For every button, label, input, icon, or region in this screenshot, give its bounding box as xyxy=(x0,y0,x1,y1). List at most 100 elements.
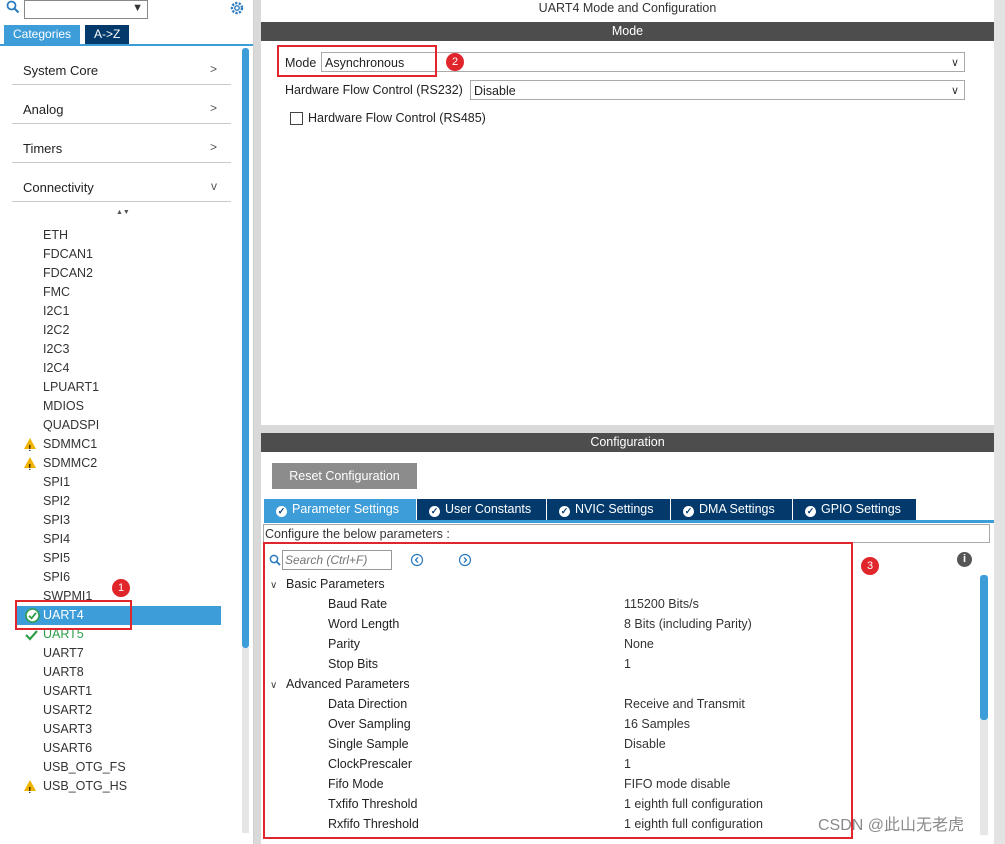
list-item-label: SDMMC2 xyxy=(43,456,98,470)
chevron-down-icon: ∨ xyxy=(950,57,959,69)
tab-label: NVIC Settings xyxy=(575,502,654,516)
list-item-i2c3[interactable]: I2C3 xyxy=(43,340,69,359)
parameter-scrollbar-thumb[interactable] xyxy=(980,575,988,720)
list-item-usb_otg_hs[interactable]: USB_OTG_HS xyxy=(24,777,128,800)
tab-user-constants[interactable]: ✓ User Constants xyxy=(417,499,546,520)
check-icon: ✓ xyxy=(429,506,440,517)
list-item-label: QUADSPI xyxy=(43,418,100,432)
list-item-mdios[interactable]: MDIOS xyxy=(43,397,84,416)
list-item-label: USART2 xyxy=(43,703,93,717)
list-item-lpuart1[interactable]: LPUART1 xyxy=(43,378,99,397)
chevron-down-icon: v xyxy=(211,179,217,193)
category-label: Timers xyxy=(23,141,63,156)
configuration-header: Configuration xyxy=(261,433,994,452)
warning-icon xyxy=(24,438,36,458)
list-item-label: I2C4 xyxy=(43,361,70,375)
hfc-rs232-label: Hardware Flow Control (RS232) xyxy=(285,83,463,97)
list-item-label: UART7 xyxy=(43,646,84,660)
chevron-right-icon: > xyxy=(209,62,217,76)
category-connectivity[interactable]: Connectivity v xyxy=(12,163,231,202)
list-item-fmc[interactable]: FMC xyxy=(43,283,70,302)
list-item-uart7[interactable]: UART7 xyxy=(43,644,84,663)
list-item-label: SDMMC1 xyxy=(43,437,98,451)
list-item-label: I2C2 xyxy=(43,323,70,337)
section-splitter[interactable] xyxy=(261,425,994,433)
right-edge xyxy=(994,0,1005,844)
list-item-label: UART8 xyxy=(43,665,84,679)
list-item-spi4[interactable]: SPI4 xyxy=(43,530,70,549)
tab-label: DMA Settings xyxy=(699,502,775,516)
tab-label: User Constants xyxy=(445,502,532,516)
highlight-box-mode xyxy=(277,45,437,77)
left-panel: ▼ Categories A->Z System Core > Analog >… xyxy=(0,0,254,844)
sort-icon[interactable]: ▲▼ xyxy=(116,209,130,216)
list-item-fdcan2[interactable]: FDCAN2 xyxy=(43,264,93,283)
list-item-uart8[interactable]: UART8 xyxy=(43,663,84,682)
list-item-usart1[interactable]: USART1 xyxy=(43,682,92,701)
list-item-label: MDIOS xyxy=(43,399,84,413)
list-item-sdmmc2[interactable]: SDMMC2 xyxy=(24,454,98,477)
tab-label: GPIO Settings xyxy=(821,502,901,516)
gear-icon[interactable] xyxy=(229,0,245,19)
tab-categories[interactable]: Categories xyxy=(4,25,81,44)
list-item-spi1[interactable]: SPI1 xyxy=(43,473,70,492)
tab-parameter-settings[interactable]: ✓ Parameter Settings xyxy=(264,499,416,520)
tab-dma-settings[interactable]: ✓ DMA Settings xyxy=(671,499,792,520)
list-item-i2c4[interactable]: I2C4 xyxy=(43,359,69,378)
hfc-rs485-checkbox[interactable] xyxy=(290,112,303,125)
list-item-label: USART1 xyxy=(43,684,93,698)
tab-nvic-settings[interactable]: ✓ NVIC Settings xyxy=(547,499,670,520)
category-timers[interactable]: Timers > xyxy=(12,124,231,163)
hfc-rs485-label: Hardware Flow Control (RS485) xyxy=(308,111,486,125)
annotation-badge-1: 1 xyxy=(112,579,130,597)
list-item-usart6[interactable]: USART6 xyxy=(43,739,92,758)
list-item-usb_otg_fs[interactable]: USB_OTG_FS xyxy=(43,758,126,777)
list-item-spi3[interactable]: SPI3 xyxy=(43,511,70,530)
list-item-label: SPI2 xyxy=(43,494,71,508)
tab-label: Parameter Settings xyxy=(292,502,399,516)
hfc-rs232-value: Disable xyxy=(474,84,516,98)
category-analog[interactable]: Analog > xyxy=(12,85,231,124)
check-icon xyxy=(25,629,38,644)
check-icon: ✓ xyxy=(805,506,816,517)
mode-header: Mode xyxy=(261,22,994,41)
list-item-eth[interactable]: ETH xyxy=(43,226,68,245)
list-item-i2c1[interactable]: I2C1 xyxy=(43,302,69,321)
list-item-label: USART3 xyxy=(43,722,93,736)
check-icon: ✓ xyxy=(559,506,570,517)
category-label: Analog xyxy=(23,102,64,117)
search-input[interactable]: ▼ xyxy=(24,0,148,19)
check-icon: ✓ xyxy=(276,506,287,517)
reset-configuration-button[interactable]: Reset Configuration xyxy=(272,463,417,489)
list-item-label: I2C1 xyxy=(43,304,70,318)
list-item-usart3[interactable]: USART3 xyxy=(43,720,92,739)
list-item-spi5[interactable]: SPI5 xyxy=(43,549,70,568)
search-icon[interactable] xyxy=(6,0,20,17)
configure-description: Configure the below parameters : xyxy=(263,524,990,543)
chevron-down-icon: ▼ xyxy=(132,2,143,14)
splitter[interactable] xyxy=(254,0,261,844)
list-item-label: USB_OTG_HS xyxy=(43,779,128,793)
tab-a-z[interactable]: A->Z xyxy=(85,25,130,44)
list-item-usart2[interactable]: USART2 xyxy=(43,701,92,720)
annotation-badge-3: 3 xyxy=(861,557,879,575)
hfc-rs232-dropdown[interactable]: Disable ∨ xyxy=(470,80,965,100)
parameter-scrollbar-track[interactable] xyxy=(980,720,988,835)
list-item-fdcan1[interactable]: FDCAN1 xyxy=(43,245,93,264)
category-system-core[interactable]: System Core > xyxy=(12,46,231,85)
list-item-i2c2[interactable]: I2C2 xyxy=(43,321,69,340)
list-item-spi6[interactable]: SPI6 xyxy=(43,568,70,587)
tab-underline xyxy=(264,520,994,523)
category-label: System Core xyxy=(23,63,99,78)
list-item-quadspi[interactable]: QUADSPI xyxy=(43,416,99,435)
scrollbar-track[interactable] xyxy=(242,648,249,833)
tab-gpio-settings[interactable]: ✓ GPIO Settings xyxy=(793,499,916,520)
check-icon: ✓ xyxy=(683,506,694,517)
info-icon[interactable]: i xyxy=(957,552,972,567)
list-item-spi2[interactable]: SPI2 xyxy=(43,492,70,511)
warning-icon xyxy=(24,457,36,477)
category-label: Connectivity xyxy=(23,180,94,195)
list-item-label: ETH xyxy=(43,228,68,242)
scrollbar-thumb[interactable] xyxy=(242,48,249,648)
list-item-sdmmc1[interactable]: SDMMC1 xyxy=(24,435,98,458)
